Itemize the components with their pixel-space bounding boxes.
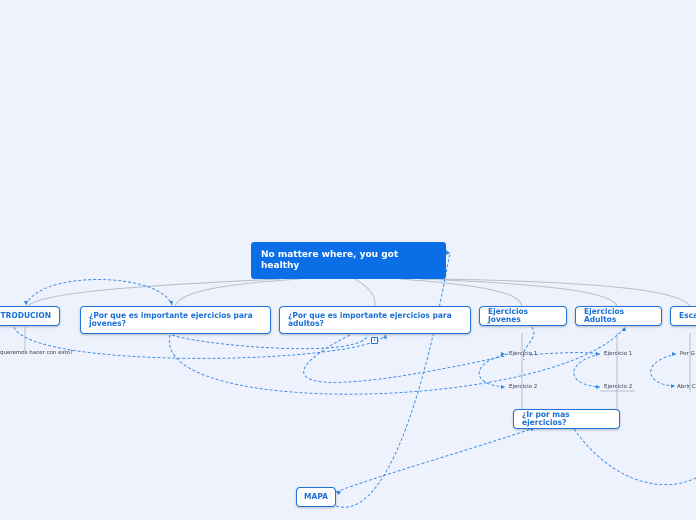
subtopic-jovenes-ejercicio-2[interactable]: Ejercicio 2 [509,384,537,390]
subtopic-jovenes-ejercicio-2-label: Ejercicio 2 [509,384,538,390]
topic-mapa[interactable]: MAPA [296,487,336,507]
collapse-badge-count: 1 [372,337,377,343]
topic-adultos[interactable]: ¿Por que es importante ejercicios para a… [279,306,471,334]
central-topic[interactable]: No mattere where, you got healthy [251,242,446,279]
topic-mas-ejercicios[interactable]: ¿Ir por mas ejercicios? [513,409,620,429]
relation-jovenes-adultos [171,334,369,350]
central-topic-label: No mattere where, you got healthy [261,249,399,271]
arrowhead [622,327,626,331]
topic-adultos-label: ¿Por que es importante ejercicios para a… [288,311,452,328]
topic-ejercicios-adultos-label: Ejercicios Adultos [584,307,625,324]
relation-intro-jovenes [25,279,173,306]
relation-adu-ej1 [529,352,601,356]
branch-line-adultos [354,278,376,307]
arrowhead [446,250,450,255]
relation-center-mapa [335,251,451,508]
subtopic-adultos-ejercicio-1[interactable]: Ejercicio 1 [604,351,632,357]
collapse-badge[interactable]: 1 [371,337,378,344]
topic-mas-ejercicios-label: ¿Ir por mas ejercicios? [522,410,570,427]
topic-escalera[interactable]: Esca [670,306,696,326]
subtopic-intro-leaf[interactable]: queremos hacer con esto? [0,350,73,356]
topic-introduccion[interactable]: INTRODUCION [0,306,60,326]
subtopic-escalera-2-label: Abrir C [677,384,696,390]
relation-adu-ej1-ej2 [573,353,601,388]
arrowhead [596,385,600,389]
topic-ejercicios-jovenes-label: Ejercicios Jovenes [488,307,529,324]
relation-mas-right [573,428,696,486]
arrowhead [671,384,675,388]
topic-jovenes-label: ¿Por que es importante ejercicios para j… [89,311,253,328]
arrowhead [169,301,173,305]
subtopic-adultos-ejercicio-2-label: Ejercicio 2 [604,384,633,390]
subtopic-escalera-2[interactable]: Abrir C [677,384,696,390]
relation-mas-mapa [335,427,535,493]
subtopic-escalera-1-label: Por G [680,351,695,357]
subtopic-adultos-ejercicio-1-label: Ejercicio 1 [604,351,633,357]
arrowhead [596,352,600,356]
topic-ejercicios-jovenes[interactable]: Ejercicios Jovenes [479,306,567,326]
subtopic-intro-leaf-label: queremos hacer con esto? [0,350,73,356]
relation-adultos-ej1jov [303,334,506,383]
topic-introduccion-label: INTRODUCION [0,311,51,320]
subtopic-jovenes-ejercicio-1[interactable]: Ejercicio 1 [509,351,537,357]
relation-esc-1-2 [650,353,677,387]
branch-line-introduccion [27,278,281,307]
arrowhead [501,385,505,389]
branch-line-escalera [439,278,691,307]
topic-jovenes[interactable]: ¿Por que es importante ejercicios para j… [80,306,271,334]
arrowhead [672,352,676,356]
topic-escalera-label: Esca [679,311,696,320]
topic-ejercicios-adultos[interactable]: Ejercicios Adultos [575,306,662,326]
subtopic-jovenes-ejercicio-1-label: Ejercicio 1 [509,351,538,357]
topic-mapa-label: MAPA [304,492,328,501]
subtopic-adultos-ejercicio-2[interactable]: Ejercicio 2 [604,384,632,390]
relation-jovenes-ejadultos [169,326,626,395]
subtopic-escalera-1[interactable]: Por G [680,351,695,357]
